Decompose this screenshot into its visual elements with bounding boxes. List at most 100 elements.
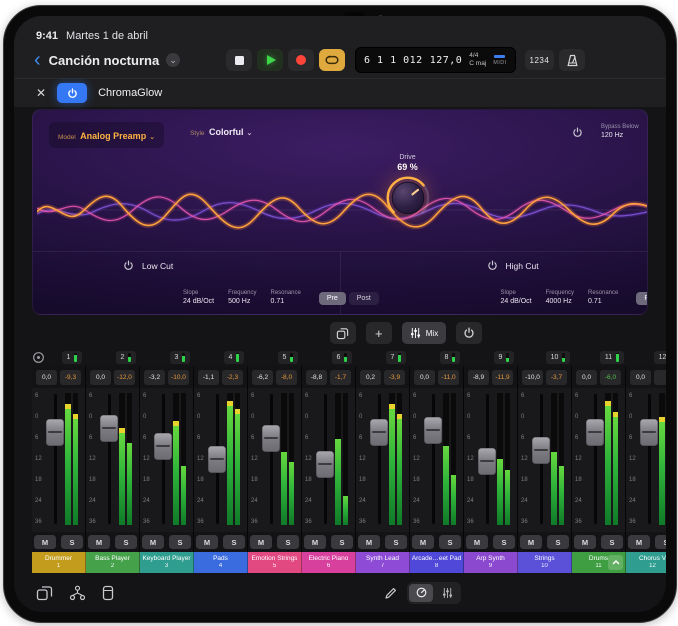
close-plugin-icon[interactable]: ✕ (36, 86, 46, 100)
low-cut-power-icon[interactable] (123, 260, 134, 271)
pan-value[interactable]: 0,0 (630, 370, 651, 385)
solo-button[interactable]: S (277, 535, 299, 549)
volume-value[interactable]: -8,0 (276, 370, 297, 385)
low-cut-slope[interactable]: Slope 24 dB/Oct (183, 290, 214, 305)
drive-knob[interactable] (385, 175, 431, 221)
mute-button[interactable]: M (196, 535, 218, 549)
low-cut-frequency[interactable]: Frequency 500 Hz (228, 290, 256, 305)
track-name-label[interactable]: Strings 10 (518, 552, 572, 573)
fader-handle[interactable] (46, 419, 64, 446)
track-number-chip[interactable]: 9 (477, 351, 531, 364)
mute-button[interactable]: M (88, 535, 110, 549)
track-number-chip[interactable]: 7 (369, 351, 423, 364)
track-number-chip[interactable]: 10 (531, 351, 585, 364)
fader-handle[interactable] (586, 419, 604, 446)
solo-button[interactable]: S (61, 535, 83, 549)
volume-value[interactable]: -3,9 (384, 370, 405, 385)
track-number-chip[interactable]: 8 (423, 351, 477, 364)
pan-value[interactable]: -10,0 (522, 370, 543, 385)
solo-button[interactable]: S (115, 535, 137, 549)
pan-value[interactable]: -6,2 (252, 370, 273, 385)
track-name-label[interactable]: Emotion Strings 5 (248, 552, 302, 573)
track-name-label[interactable]: Arp Synth 9 (464, 552, 518, 573)
play-button[interactable] (257, 49, 283, 71)
mute-button[interactable]: M (142, 535, 164, 549)
fader-handle[interactable] (370, 419, 388, 446)
browser-cards-icon[interactable] (36, 585, 53, 601)
model-selector[interactable]: Model Analog Preamp⌄ (49, 122, 164, 148)
solo-button[interactable]: S (493, 535, 515, 549)
volume-value[interactable]: -12,0 (114, 370, 135, 385)
pan-value[interactable]: -8,9 (468, 370, 489, 385)
fader-handle[interactable] (478, 448, 496, 475)
pan-value[interactable]: -1,1 (198, 370, 219, 385)
track-name-label[interactable]: Chorus V 12 (626, 552, 666, 573)
high-cut-pre-button[interactable]: Pre (636, 292, 648, 305)
lcd-display[interactable]: 6 1 1 012 127,0 4/4 C maj MIDI (355, 47, 516, 73)
mix-view-button[interactable]: Mix (402, 322, 446, 344)
track-number-chip[interactable]: 11 (585, 351, 639, 364)
record-button[interactable] (288, 49, 314, 71)
high-cut-resonance[interactable]: Resonance 0.71 (588, 290, 618, 305)
meter-mode-icon[interactable] (32, 351, 45, 364)
high-cut-frequency[interactable]: Frequency 4000 Hz (546, 290, 574, 305)
pan-value[interactable]: 0,2 (360, 370, 381, 385)
mute-button[interactable]: M (358, 535, 380, 549)
track-name-label[interactable]: Keyboard Player 3 (140, 552, 194, 573)
volume-value[interactable]: -9,3 (60, 370, 81, 385)
fader-handle[interactable] (262, 425, 280, 452)
volume-value[interactable]: -6,0 (600, 370, 621, 385)
metronome-button[interactable] (559, 49, 585, 71)
song-title[interactable]: Canción nocturna (49, 53, 160, 68)
track-number-chip[interactable]: 12 (639, 351, 666, 364)
track-number-chip[interactable]: 4 (207, 351, 261, 364)
low-cut-resonance[interactable]: Resonance 0.71 (271, 290, 301, 305)
mute-button[interactable]: M (520, 535, 542, 549)
signal-flow-icon[interactable] (69, 585, 86, 601)
pan-value[interactable]: 0,0 (414, 370, 435, 385)
mute-button[interactable]: M (574, 535, 596, 549)
back-button[interactable]: ‹ (34, 50, 41, 70)
mute-button[interactable]: M (628, 535, 650, 549)
pan-value[interactable]: 0,0 (90, 370, 111, 385)
solo-button[interactable]: S (331, 535, 353, 549)
fader-handle[interactable] (316, 451, 334, 478)
track-number-chip[interactable]: 5 (261, 351, 315, 364)
volume-value[interactable] (654, 370, 666, 385)
count-in-button[interactable]: 1234 (525, 50, 555, 70)
smart-controls-button[interactable] (409, 584, 433, 602)
solo-button[interactable]: S (601, 535, 623, 549)
fader-handle[interactable] (424, 417, 442, 444)
title-chevron-down-icon[interactable]: ⌄ (166, 53, 180, 67)
solo-button[interactable]: S (655, 535, 666, 549)
mixer-power-button[interactable] (456, 322, 482, 344)
add-track-button[interactable]: + (366, 322, 392, 344)
bypass-below-control[interactable]: Bypass Below 120 Hz (601, 124, 639, 139)
track-number-chip[interactable]: 3 (153, 351, 207, 364)
high-cut-power-icon[interactable] (487, 260, 498, 271)
track-name-label[interactable]: Drummer 1 (32, 552, 86, 573)
track-name-label[interactable]: Electric Piano 6 (302, 552, 356, 573)
pencil-icon[interactable] (384, 586, 398, 600)
collapse-chevron-up-icon[interactable] (608, 555, 623, 570)
pan-value[interactable]: -8,8 (306, 370, 327, 385)
pan-value[interactable]: 0,0 (36, 370, 57, 385)
track-number-chip[interactable]: 2 (99, 351, 153, 364)
volume-value[interactable]: -2,3 (222, 370, 243, 385)
solo-button[interactable]: S (223, 535, 245, 549)
mute-button[interactable]: M (250, 535, 272, 549)
fader-handle[interactable] (100, 415, 118, 442)
volume-value[interactable]: -10,0 (168, 370, 189, 385)
track-name-label[interactable]: Drums 11 (572, 552, 626, 573)
style-selector[interactable]: Style Colorful⌄ (190, 122, 252, 140)
track-number-chip[interactable]: 6 (315, 351, 369, 364)
track-number-chip[interactable]: 1 (45, 351, 99, 364)
pan-value[interactable]: -3,2 (144, 370, 165, 385)
mute-button[interactable]: M (412, 535, 434, 549)
mute-button[interactable]: M (466, 535, 488, 549)
track-cell-icon[interactable] (102, 585, 114, 601)
bypass-power-button[interactable] (572, 127, 583, 138)
fader-handle[interactable] (154, 433, 172, 460)
solo-button[interactable]: S (385, 535, 407, 549)
fader-handle[interactable] (532, 437, 550, 464)
